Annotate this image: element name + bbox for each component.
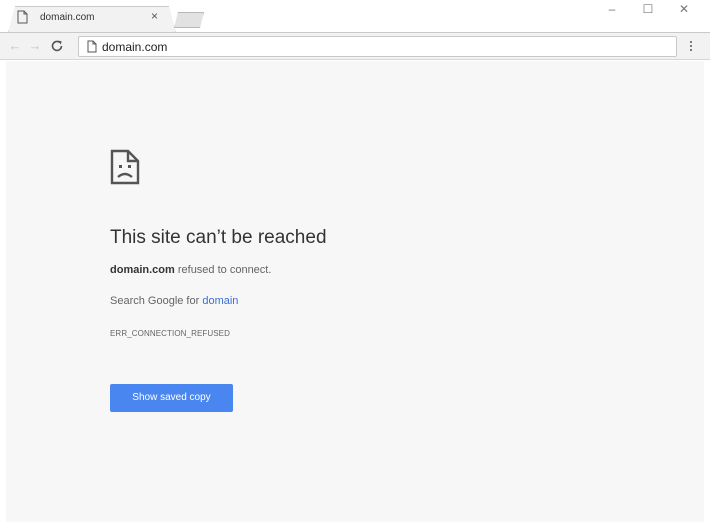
back-arrow-icon[interactable]: ←	[6, 37, 24, 55]
maximize-button[interactable]: ☐	[635, 0, 661, 20]
reload-icon[interactable]	[48, 37, 66, 55]
error-description: domain.com refused to connect.	[110, 263, 271, 277]
error-code: ERR_CONNECTION_REFUSED	[110, 329, 230, 338]
error-host: domain.com	[110, 264, 175, 276]
error-page: This site can’t be reached domain.com re…	[6, 61, 704, 522]
reload-arrow-icon	[51, 40, 63, 52]
show-saved-copy-button[interactable]: Show saved copy	[110, 384, 233, 412]
minimize-button[interactable]: –	[599, 0, 625, 20]
tab-strip: domain.com × – ☐ ✕	[0, 0, 710, 33]
close-window-button[interactable]: ✕	[671, 0, 697, 20]
url-text: domain.com	[102, 40, 168, 54]
page-icon	[17, 10, 28, 24]
browser-toolbar: ← → domain.com	[0, 32, 710, 60]
page-info-icon[interactable]	[87, 40, 97, 53]
search-suggestion: Search Google for domain	[110, 294, 238, 308]
error-title: This site can’t be reached	[110, 227, 327, 248]
error-message: refused to connect.	[174, 264, 272, 276]
browser-window: domain.com × – ☐ ✕ ← → domain.com This s…	[0, 0, 710, 532]
search-link[interactable]: domain	[202, 295, 238, 307]
tab-close-icon[interactable]: ×	[151, 10, 158, 22]
menu-kebab-icon[interactable]	[684, 37, 698, 55]
sad-page-icon	[110, 149, 140, 185]
tab-title: domain.com	[40, 12, 95, 23]
new-tab-button[interactable]	[174, 12, 204, 28]
search-prefix: Search Google for	[110, 295, 203, 307]
forward-arrow-icon[interactable]: →	[26, 37, 44, 55]
address-bar[interactable]: domain.com	[78, 36, 677, 57]
